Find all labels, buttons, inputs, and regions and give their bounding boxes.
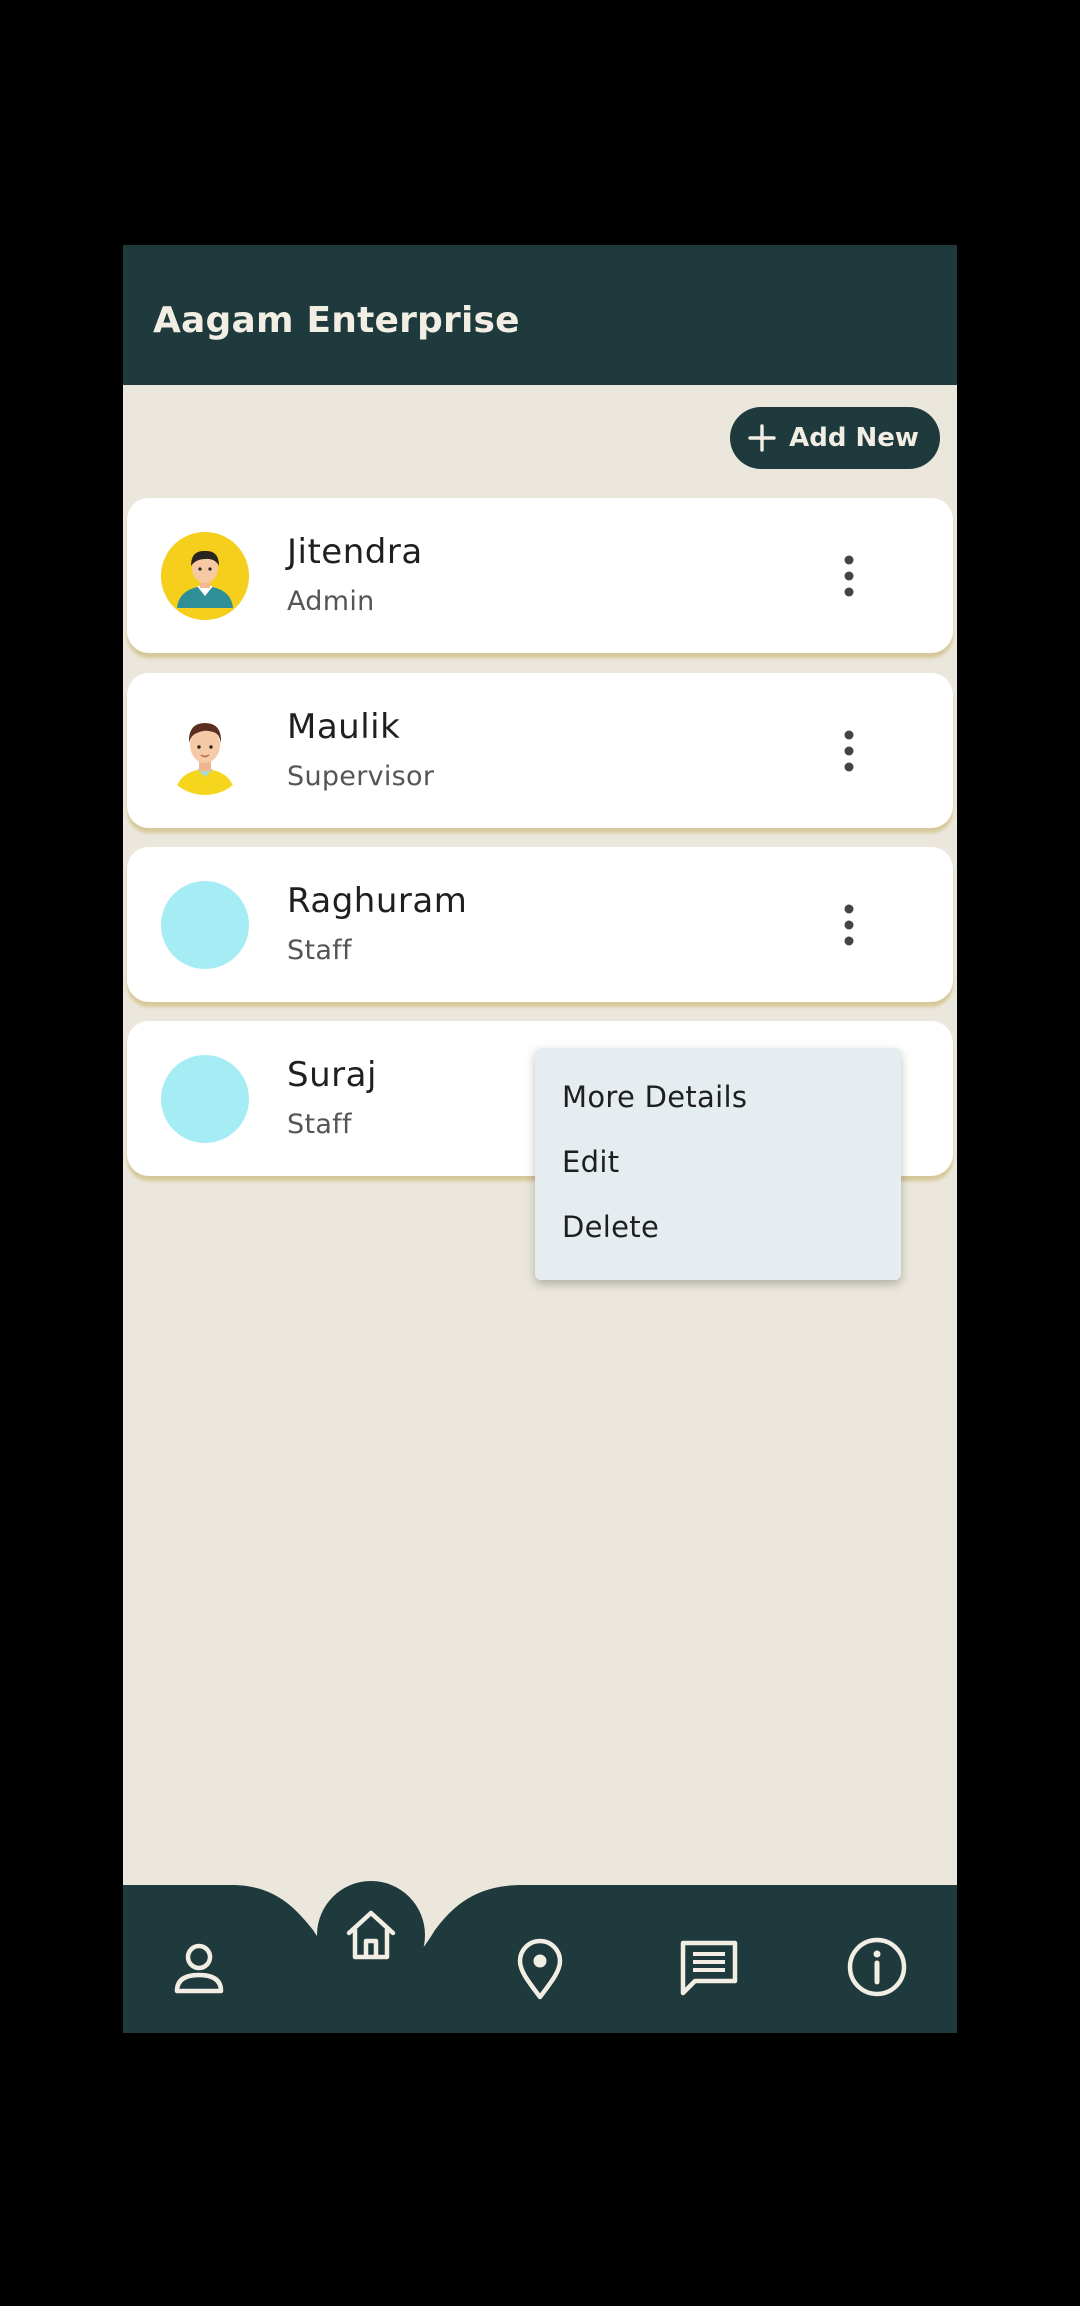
user-name: Raghuram <box>287 881 468 921</box>
user-role: Staff <box>287 935 352 966</box>
plus-icon <box>748 424 776 452</box>
home-icon <box>346 1910 396 1960</box>
user-name: Suraj <box>287 1055 377 1095</box>
man-avatar-yellow-icon <box>161 532 249 620</box>
user-role: Supervisor <box>287 761 435 792</box>
menu-item-edit[interactable]: Edit <box>562 1145 619 1179</box>
person-icon[interactable] <box>167 1937 231 2001</box>
placeholder-avatar <box>161 881 249 969</box>
menu-item-more-details[interactable]: More Details <box>562 1080 747 1114</box>
more-options-icon[interactable] <box>835 728 863 774</box>
app-title: Aagam Enterprise <box>153 300 520 341</box>
more-options-icon[interactable] <box>835 902 863 948</box>
user-card[interactable]: Maulik Supervisor <box>127 673 953 828</box>
app-screen: Aagam Enterprise Add New Jitendra Admin <box>123 245 957 2033</box>
more-options-icon[interactable] <box>835 553 863 599</box>
user-role: Staff <box>287 1109 352 1140</box>
user-name: Maulik <box>287 707 401 747</box>
context-menu: More Details Edit Delete <box>535 1048 901 1280</box>
user-name: Jitendra <box>287 532 423 572</box>
app-bar: Aagam Enterprise <box>123 245 957 385</box>
user-role: Admin <box>287 586 375 617</box>
placeholder-avatar <box>161 1055 249 1143</box>
add-new-button[interactable]: Add New <box>730 407 940 469</box>
user-card[interactable]: Jitendra Admin <box>127 498 953 653</box>
home-button[interactable] <box>317 1881 425 1989</box>
chat-icon[interactable] <box>677 1937 741 2001</box>
info-icon[interactable] <box>845 1935 909 1999</box>
add-new-label: Add New <box>789 423 919 453</box>
location-pin-icon[interactable] <box>508 1937 572 2001</box>
menu-item-delete[interactable]: Delete <box>562 1210 659 1244</box>
user-card[interactable]: Raghuram Staff <box>127 847 953 1002</box>
man-avatar-icon <box>161 707 249 795</box>
